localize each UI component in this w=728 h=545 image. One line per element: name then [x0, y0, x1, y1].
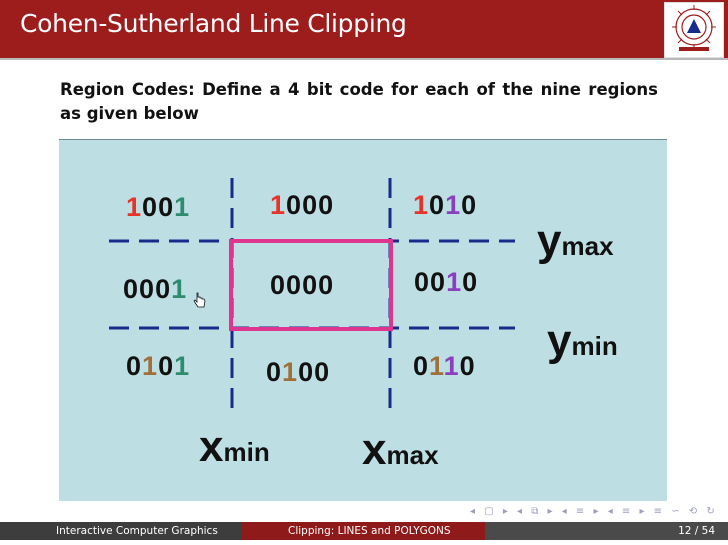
code-bit: 1 [142, 351, 159, 381]
region-code-right: 0010 [414, 267, 478, 298]
region-code-top: 1000 [270, 190, 334, 221]
code-bit: 1 [174, 351, 191, 381]
code-bit: 1 [443, 351, 460, 381]
code-bit: 0 [461, 190, 478, 220]
institute-logo [664, 2, 724, 58]
code-bit: 0 [302, 270, 319, 300]
region-code-center: 0000 [270, 270, 334, 301]
code-bit: 0 [270, 270, 287, 300]
code-bit: 0 [413, 351, 430, 381]
code-bit: 1 [270, 190, 287, 220]
region-code-left: 0001 [123, 274, 187, 305]
code-bit: 0 [318, 270, 335, 300]
mouse-cursor-icon [193, 292, 206, 308]
region-code-top-left: 1001 [126, 192, 190, 223]
code-bit: 0 [462, 267, 479, 297]
region-code-bottom-left: 0101 [126, 351, 190, 382]
code-bit: 1 [171, 274, 188, 304]
region-code-bottom-right: 0110 [413, 351, 476, 382]
code-bit: 0 [429, 190, 446, 220]
region-code-top-right: 1010 [413, 190, 477, 221]
footer-course: Interactive Computer Graphics [0, 522, 242, 540]
beamer-navigation-symbols[interactable]: ◂ ▢ ▸ ◂ ⧉ ▸ ◂ ≡ ▸ ◂ ≡ ▸ ≡ ∽ ⟲ ↻ [470, 506, 715, 520]
region-code-figure: 1001 1000 1010 0001 0000 0010 0101 0100 … [59, 139, 667, 501]
slide-title: Cohen-Sutherland Line Clipping [20, 9, 407, 38]
footer-section: Clipping: LINES and POLYGONS [242, 522, 485, 540]
xmin-label: xmin [199, 422, 270, 471]
code-bit: 1 [174, 192, 191, 222]
slide-title-bar: Cohen-Sutherland Line Clipping [0, 0, 728, 60]
code-bit: 0 [286, 190, 303, 220]
code-bit: 0 [155, 274, 172, 304]
footer-page-number: 12 / 54 [485, 522, 728, 540]
ymax-label: ymax [537, 216, 614, 265]
slide-footer: Interactive Computer Graphics Clipping: … [0, 522, 728, 540]
code-bit: 0 [266, 357, 283, 387]
code-bit: 0 [318, 190, 335, 220]
code-bit: 0 [139, 274, 156, 304]
code-bit: 0 [459, 351, 476, 381]
slide-body-text: Region Codes: Define a 4 bit code for ea… [60, 80, 658, 123]
code-bit: 0 [298, 357, 315, 387]
code-bit: 0 [302, 190, 319, 220]
code-bit: 0 [286, 270, 303, 300]
code-bit: 0 [430, 267, 447, 297]
code-bit: 0 [158, 351, 175, 381]
xmax-label: xmax [362, 425, 439, 474]
code-bit: 0 [158, 192, 175, 222]
code-bit: 0 [126, 351, 143, 381]
ymin-label: ymin [547, 316, 618, 365]
code-bit: 0 [314, 357, 331, 387]
code-bit: 0 [414, 267, 431, 297]
code-bit: 0 [123, 274, 140, 304]
region-code-bottom: 0100 [266, 357, 330, 388]
code-bit: 0 [142, 192, 159, 222]
code-bit: 1 [413, 190, 430, 220]
code-bit: 1 [282, 357, 299, 387]
code-bit: 1 [126, 192, 143, 222]
code-bit: 1 [429, 351, 444, 381]
code-bit: 1 [445, 190, 462, 220]
code-bit: 1 [446, 267, 463, 297]
